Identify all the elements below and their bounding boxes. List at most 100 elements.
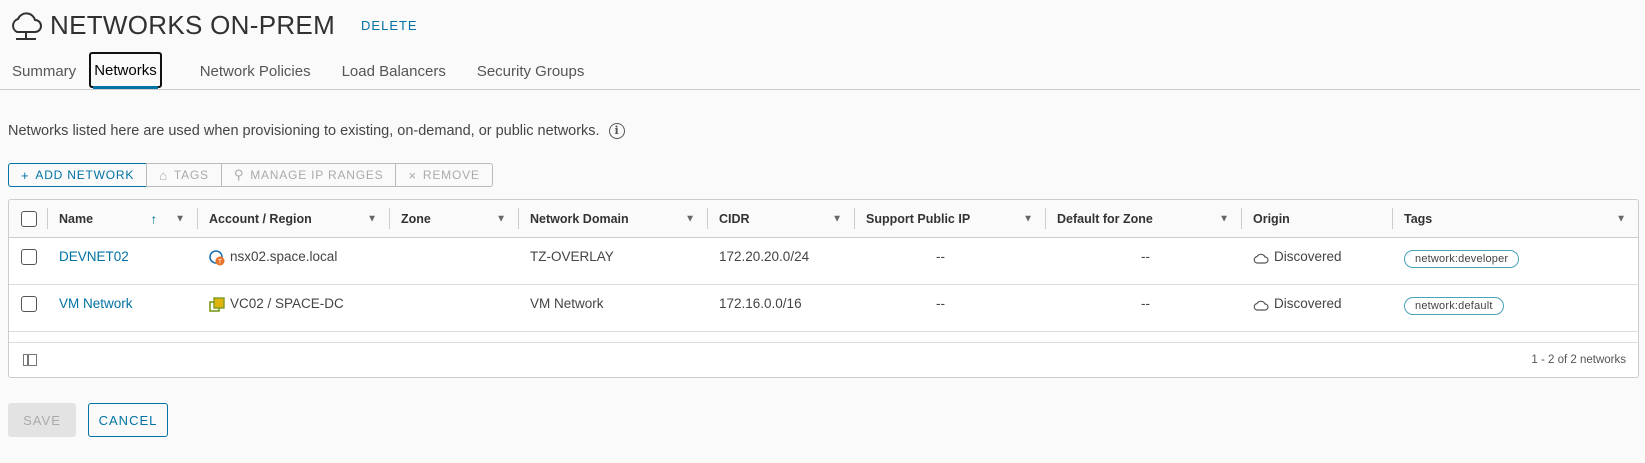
tab-summary[interactable]: Summary (12, 51, 76, 89)
table-row: VM Network VC02 / SPACE-DC VM Network 17… (9, 285, 1638, 332)
cell-default-for-zone: -- (1141, 296, 1150, 311)
cloud-icon (1253, 253, 1269, 264)
page-title: NETWORKS ON-PREM (50, 9, 336, 40)
filter-icon[interactable]: ▼ (832, 213, 842, 224)
networks-datagrid: Name ↑ ▼ Account / Region ▼ Zone ▼ Netwo… (8, 199, 1639, 378)
column-label: Default for Zone (1057, 211, 1153, 226)
filter-icon[interactable]: ▼ (496, 213, 506, 224)
tab-networks[interactable]: Networks (89, 52, 162, 89)
cell-zone (389, 285, 518, 331)
manage-ip-ranges-button[interactable]: ⚲ MANAGE IP RANGES (220, 163, 397, 187)
grid-footer: 1 - 2 of 2 networks (9, 342, 1638, 377)
column-header-support-public-ip[interactable]: Support Public IP ▼ (854, 200, 1045, 237)
close-icon: × (408, 167, 417, 183)
column-label: Origin (1253, 211, 1290, 226)
sort-ascending-icon[interactable]: ↑ (151, 211, 158, 226)
table-row: DEVNET02 T nsx02.space.local TZ-OVERLAY … (9, 238, 1638, 285)
tab-bar: Summary Networks Network Policies Load B… (0, 52, 1640, 90)
cell-account-region: T nsx02.space.local (197, 238, 389, 284)
row-select-cell (9, 285, 47, 331)
cell-account-region: VC02 / SPACE-DC (197, 285, 389, 331)
select-all-checkbox[interactable] (21, 210, 37, 227)
network-name-link[interactable]: DEVNET02 (59, 249, 129, 264)
column-label: Network Domain (530, 211, 629, 226)
cell-network-domain: VM Network (530, 296, 604, 311)
pagination-description: 1 - 2 of 2 networks (1531, 354, 1626, 366)
row-select-cell (9, 238, 47, 284)
info-icon[interactable]: i (608, 123, 625, 139)
map-marker-icon: ⚲ (233, 167, 245, 182)
cell-network-domain: TZ-OVERLAY (530, 249, 614, 264)
tag-icon: ⌂ (159, 167, 168, 183)
column-header-account-region[interactable]: Account / Region ▼ (197, 200, 389, 237)
cell-origin: Discovered (1241, 285, 1392, 331)
delete-button[interactable]: DELETE (361, 18, 418, 33)
save-button[interactable]: SAVE (8, 403, 76, 437)
tag-label: network:developer (1404, 250, 1520, 268)
tag-label: network:default (1404, 297, 1504, 315)
cancel-button[interactable]: CANCEL (88, 403, 168, 437)
account-label: VC02 / SPACE-DC (230, 296, 344, 311)
filter-icon[interactable]: ▼ (685, 213, 695, 224)
cell-tags: network:default (1392, 285, 1638, 331)
manage-ip-ranges-label: MANAGE IP RANGES (250, 168, 384, 182)
account-label: nsx02.space.local (230, 249, 338, 264)
cell-support-public-ip: -- (936, 296, 945, 311)
cloud-icon (1253, 300, 1269, 311)
cell-name: VM Network (47, 285, 197, 331)
column-toggle-icon[interactable] (23, 354, 37, 366)
remove-button[interactable]: × REMOVE (395, 163, 493, 187)
column-label: Tags (1404, 211, 1433, 226)
column-label: Name (59, 211, 94, 226)
cloud-icon (12, 12, 42, 40)
network-name-link[interactable]: VM Network (59, 296, 133, 311)
cell-tags: network:developer (1392, 238, 1638, 284)
filter-icon[interactable]: ▼ (1023, 213, 1033, 224)
cell-default-for-zone: -- (1141, 249, 1150, 264)
tags-button[interactable]: ⌂ TAGS (146, 163, 222, 187)
column-header-name[interactable]: Name ↑ ▼ (47, 200, 197, 237)
column-label: Zone (401, 211, 431, 226)
column-header-origin[interactable]: Origin (1241, 200, 1392, 237)
column-header-zone[interactable]: Zone ▼ (389, 200, 518, 237)
add-network-label: ADD NETWORK (35, 168, 135, 182)
column-header-default-for-zone[interactable]: Default for Zone ▼ (1045, 200, 1241, 237)
form-actions: SAVE CANCEL (8, 403, 180, 437)
origin-label: Discovered (1274, 249, 1342, 264)
nsx-icon: T (209, 250, 225, 266)
plus-icon: + (21, 167, 30, 183)
tags-label: TAGS (173, 168, 209, 182)
cell-cidr: 172.16.0.0/16 (719, 296, 802, 311)
column-header-tags[interactable]: Tags ▼ (1392, 200, 1638, 237)
tab-network-policies[interactable]: Network Policies (200, 51, 311, 89)
column-label: CIDR (719, 211, 750, 226)
column-header-cidr[interactable]: CIDR ▼ (707, 200, 854, 237)
svg-text:T: T (217, 259, 222, 266)
filter-icon[interactable]: ▼ (1616, 213, 1626, 224)
filter-icon[interactable]: ▼ (367, 213, 377, 224)
tab-security-groups[interactable]: Security Groups (477, 51, 585, 89)
networks-description: Networks listed here are used when provi… (8, 123, 625, 139)
row-checkbox[interactable] (21, 249, 37, 265)
tab-load-balancers[interactable]: Load Balancers (342, 51, 446, 89)
cell-cidr: 172.20.20.0/24 (719, 249, 810, 264)
column-header-network-domain[interactable]: Network Domain ▼ (518, 200, 707, 237)
vcenter-icon (209, 297, 225, 312)
remove-label: REMOVE (422, 168, 480, 182)
filter-icon[interactable]: ▼ (175, 213, 185, 224)
column-label: Support Public IP (866, 211, 971, 226)
cell-support-public-ip: -- (936, 249, 945, 264)
select-all-cell (9, 200, 47, 237)
filter-icon[interactable]: ▼ (1219, 213, 1229, 224)
column-label: Account / Region (209, 211, 312, 226)
cell-origin: Discovered (1241, 238, 1392, 284)
description-text: Networks listed here are used when provi… (8, 123, 600, 139)
cell-name: DEVNET02 (47, 238, 197, 284)
add-network-button[interactable]: + ADD NETWORK (8, 163, 148, 187)
grid-toolbar: + ADD NETWORK ⌂ TAGS ⚲ MANAGE IP RANGES … (8, 163, 493, 187)
grid-header-row: Name ↑ ▼ Account / Region ▼ Zone ▼ Netwo… (9, 200, 1638, 238)
cell-zone (389, 238, 518, 284)
row-checkbox[interactable] (21, 296, 37, 312)
origin-label: Discovered (1274, 296, 1342, 311)
page-header: NETWORKS ON-PREM DELETE (8, 6, 418, 44)
